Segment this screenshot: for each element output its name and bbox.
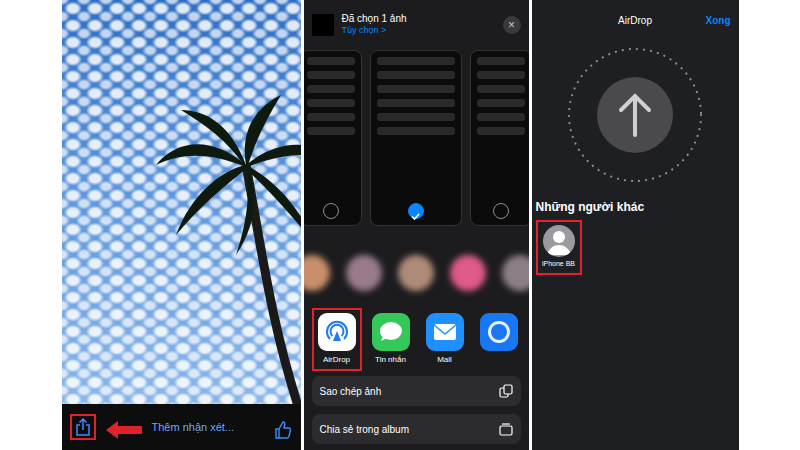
close-button[interactable]: × (503, 16, 521, 34)
app-item[interactable]: AirDrop (312, 308, 362, 371)
contact-avatar[interactable] (398, 255, 434, 291)
person-icon (543, 225, 575, 257)
preview-line (377, 113, 455, 121)
check-icon (409, 210, 422, 223)
preview-line (477, 99, 525, 107)
app-item[interactable]: Tin nhắn (366, 308, 416, 371)
section-title: Những người khác (532, 198, 739, 216)
share-icon[interactable] (75, 418, 91, 436)
preview-line (477, 85, 525, 93)
preview-line (307, 99, 355, 107)
preview-line (477, 57, 525, 65)
preview-line (477, 127, 525, 135)
airdrop-screen: AirDropXong Những người khác iPhone BB (532, 0, 739, 450)
app-item[interactable]: Mail (420, 308, 470, 371)
app-label: Mail (437, 354, 452, 366)
contact-avatar[interactable] (304, 255, 331, 291)
preview-check[interactable] (493, 203, 509, 219)
screen-preview[interactable] (304, 50, 363, 226)
pointer-arrow-icon (104, 417, 144, 437)
comment-field[interactable]: Thêm nhận xét... (152, 419, 265, 436)
preview-line (307, 113, 355, 121)
device-label: iPhone BB (542, 259, 575, 270)
preview-check[interactable] (408, 203, 424, 219)
preview-line (307, 127, 355, 135)
airdrop-header: AirDropXong (532, 0, 739, 40)
preview-line (307, 85, 355, 93)
photo-toolbar: Thêm nhận xét... (62, 404, 301, 450)
action-list: Sao chép ảnh Chia sẻ trong album (304, 372, 529, 444)
facebook-icon (480, 313, 518, 351)
app-label: Tin nhắn (375, 354, 406, 366)
options-link[interactable]: Tùy chọn > (342, 25, 495, 37)
photo-thumbnail (312, 14, 334, 36)
share-button[interactable] (70, 414, 96, 440)
screen-preview[interactable] (470, 50, 529, 226)
app-item[interactable] (474, 308, 524, 356)
contact-avatar[interactable] (450, 255, 486, 291)
app-label: AirDrop (323, 354, 350, 366)
album-icon (499, 422, 513, 436)
screen-preview[interactable] (370, 50, 462, 226)
upload-arrow-icon (560, 40, 710, 190)
preview-line (307, 71, 355, 79)
preview-line (377, 71, 455, 79)
device-item[interactable]: iPhone BB (536, 220, 582, 275)
preview-check[interactable] (323, 203, 339, 219)
airdrop-radar (532, 40, 739, 190)
preview-line (477, 113, 525, 121)
contact-avatar[interactable] (346, 255, 382, 291)
preview-line (377, 127, 455, 135)
share-title: Đã chọn 1 ảnh (342, 13, 495, 25)
copy-icon (499, 384, 513, 398)
done-button[interactable]: Xong (652, 13, 731, 28)
preview-line (377, 99, 455, 107)
airdrop-icon (318, 313, 356, 351)
thumbs-up-icon[interactable] (273, 417, 293, 437)
preview-line (377, 57, 455, 65)
action-row[interactable]: Sao chép ảnh (312, 376, 521, 406)
contact-avatar[interactable] (502, 255, 529, 291)
preview-line (377, 85, 455, 93)
share-header: Đã chọn 1 ảnhTùy chọn > × (304, 0, 529, 50)
action-row[interactable]: Chia sẻ trong album (312, 414, 521, 444)
photo-screen: Thêm nhận xét... (62, 0, 301, 450)
contact-row (304, 238, 529, 308)
device-list: iPhone BB (532, 220, 739, 275)
share-title-group: Đã chọn 1 ảnhTùy chọn > (342, 13, 495, 37)
share-sheet: Đã chọn 1 ảnhTùy chọn > × AirDrop Tin nhắn M… (304, 0, 529, 450)
action-label: Chia sẻ trong album (320, 422, 410, 437)
airdrop-title: AirDrop (618, 13, 652, 28)
preview-line (477, 71, 525, 79)
messages-icon (372, 313, 410, 351)
action-label: Sao chép ảnh (320, 384, 382, 399)
mail-icon (426, 313, 464, 351)
photo (62, 0, 301, 404)
app-row: AirDrop Tin nhắn Mail (304, 308, 529, 372)
preview-row (304, 50, 529, 238)
preview-line (307, 57, 355, 65)
